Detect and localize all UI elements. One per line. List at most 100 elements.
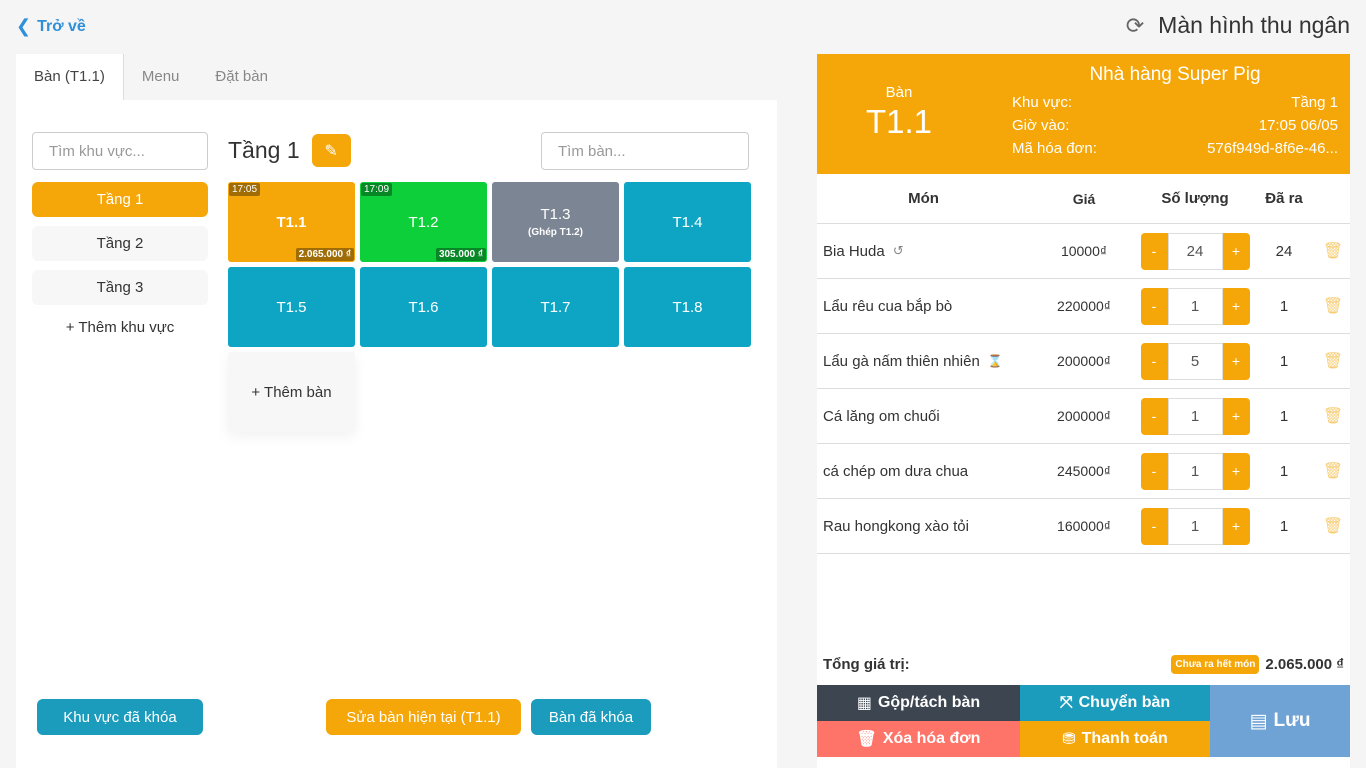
item-name-cell: Lẩu rêu cua bắp bò (817, 298, 1030, 315)
quantity-input[interactable] (1167, 287, 1223, 325)
order-item-row: Cá lăng om chuối 200000₫ - + 1 🗑 (817, 389, 1350, 444)
save-label: Lưu (1273, 710, 1311, 731)
checkin-value: 17:05 06/05 (1258, 117, 1338, 134)
move-table-button[interactable]: ⤧ Chuyển bàn (1020, 685, 1210, 721)
increase-button[interactable]: + (1222, 287, 1250, 325)
table-code: T1.1 (865, 103, 933, 140)
invoice-row: Mã hóa đơn: 576f949d-8f6e-46... (1012, 140, 1338, 157)
trash-icon[interactable]: 🗑 (1316, 516, 1350, 536)
floor-title: Tầng 1 (228, 137, 300, 163)
decrease-button[interactable]: - (1140, 507, 1168, 545)
undo-icon[interactable]: ↺ (893, 243, 904, 259)
table-amount: 305.000 ₫ (435, 248, 486, 261)
delete-invoice-button[interactable]: 🗑 Xóa hóa đơn (817, 721, 1020, 757)
item-name-cell: Lẩu gà nấm thiên nhiên ⌛ (817, 353, 1030, 370)
area-item-tang-2[interactable]: Tầng 2 (32, 226, 208, 261)
table-card-t1-4[interactable]: T1.4 (624, 182, 751, 262)
edit-floor-button[interactable]: ✎ (311, 134, 351, 167)
merge-split-button[interactable]: ▦ Gộp/tách bàn (817, 685, 1020, 721)
table-card-t1-7[interactable]: T1.7 (492, 267, 619, 347)
area-search-input[interactable] (32, 132, 208, 170)
delete-invoice-label: Xóa hóa đơn (882, 730, 981, 747)
current-table-info: Bàn T1.1 (817, 84, 981, 141)
expand-arrows-icon: ⤧ (1059, 694, 1073, 711)
move-table-label: Chuyển bàn (1078, 694, 1171, 711)
order-item-row: Lẩu rêu cua bắp bò 220000₫ - + 1 🗑 (817, 279, 1350, 334)
pay-button[interactable]: ⛃ Thanh toán (1020, 721, 1210, 757)
decrease-button[interactable]: - (1140, 452, 1168, 490)
trash-icon[interactable]: 🗑 (1316, 351, 1350, 371)
table-card-t1-8[interactable]: T1.8 (624, 267, 751, 347)
decrease-button[interactable]: - (1140, 287, 1168, 325)
area-label: Khu vực: (1012, 94, 1073, 111)
screen-title: ⟳ Màn hình thu ngân (1126, 12, 1350, 39)
table-card-t1-3[interactable]: T1.3 (Ghép T1.2) (492, 182, 619, 262)
order-item-row: Rau hongkong xào tỏi 160000₫ - + 1 🗑 (817, 499, 1350, 554)
quantity-input[interactable] (1167, 452, 1223, 490)
invoice-value: 576f949d-8f6e-46... (1207, 140, 1338, 157)
increase-button[interactable]: + (1222, 507, 1250, 545)
increase-button[interactable]: + (1222, 342, 1250, 380)
quantity-input[interactable] (1167, 507, 1223, 545)
invoice-info: Nhà hàng Super Pig Khu vực: Tầng 1 Giờ v… (1012, 64, 1338, 163)
column-header-price: Giá (1072, 190, 1096, 207)
item-price: 245000₫ (1057, 463, 1111, 479)
tab-menu[interactable]: Menu (124, 54, 198, 100)
hourglass-icon: ⌛ (987, 354, 1003, 368)
table-panel: Bàn (T1.1) Menu Đặt bàn Tầng 1 Tầng 2 Tầ… (16, 54, 777, 768)
increase-button[interactable]: + (1222, 452, 1250, 490)
trash-icon[interactable]: 🗑 (1316, 296, 1350, 316)
item-name: Lẩu gà nấm thiên nhiên (823, 352, 980, 370)
decrease-button[interactable]: - (1140, 397, 1168, 435)
item-price: 220000₫ (1057, 298, 1111, 314)
table-card-t1-1[interactable]: 17:05 T1.1 2.065.000 ₫ (228, 182, 355, 262)
table-name: T1.3 (540, 206, 571, 223)
total-label: Tổng giá trị: (823, 655, 910, 673)
trash-icon[interactable]: 🗑 (1316, 241, 1350, 261)
decrease-button[interactable]: - (1140, 342, 1168, 380)
item-name-cell: Bia Huda ↺ (817, 243, 1030, 260)
table-card-t1-5[interactable]: T1.5 (228, 267, 355, 347)
decrease-button[interactable]: - (1140, 232, 1168, 270)
table-card-t1-6[interactable]: T1.6 (360, 267, 487, 347)
item-served: 1 (1279, 297, 1289, 315)
area-row: Khu vực: Tầng 1 (1012, 94, 1338, 111)
tab-reservation[interactable]: Đặt bàn (197, 54, 286, 100)
locked-areas-button[interactable]: Khu vực đã khóa (37, 699, 203, 735)
quantity-input[interactable] (1167, 397, 1223, 435)
column-header-name: Món (908, 190, 939, 207)
area-item-tang-1[interactable]: Tầng 1 (32, 182, 208, 217)
trash-icon[interactable]: 🗑 (1316, 406, 1350, 426)
order-table-header: Món Giá Số lượng Đã ra (817, 174, 1350, 224)
increase-button[interactable]: + (1222, 397, 1250, 435)
item-served: 1 (1279, 352, 1289, 370)
table-name: T1.2 (408, 213, 439, 231)
increase-button[interactable]: + (1222, 232, 1250, 270)
area-list: Tầng 1 Tầng 2 Tầng 3 + Thêm khu vực (32, 182, 208, 336)
trash-icon[interactable]: 🗑 (1316, 461, 1350, 481)
table-name: T1.4 (672, 213, 703, 231)
quantity-input[interactable] (1167, 232, 1223, 270)
add-table-button[interactable]: + Thêm bàn (228, 352, 355, 432)
save-button[interactable]: ▤ Lưu (1210, 685, 1350, 757)
item-name-cell: cá chép om dưa chua (817, 463, 1030, 480)
item-served: 1 (1279, 407, 1289, 425)
edit-current-table-button[interactable]: Sửa bàn hiện tại (T1.1) (326, 699, 521, 735)
quantity-input[interactable] (1167, 342, 1223, 380)
area-item-tang-3[interactable]: Tầng 3 (32, 270, 208, 305)
quantity-stepper: - + (1138, 452, 1252, 490)
back-link[interactable]: ❮ Trở về (16, 16, 86, 37)
column-header-served: Đã ra (1265, 190, 1303, 207)
area-value: Tầng 1 (1291, 94, 1338, 111)
quantity-stepper: - + (1138, 342, 1252, 380)
tab-tables[interactable]: Bàn (T1.1) (16, 54, 124, 100)
refresh-icon[interactable]: ⟳ (1126, 13, 1144, 39)
table-search-input[interactable] (541, 132, 749, 170)
item-name: Bia Huda (823, 242, 885, 260)
locked-tables-button[interactable]: Bàn đã khóa (531, 699, 651, 735)
quantity-stepper: - + (1138, 232, 1252, 270)
add-area-button[interactable]: + Thêm khu vực (32, 319, 208, 336)
table-time: 17:09 (361, 183, 393, 196)
quantity-stepper: - + (1138, 507, 1252, 545)
table-card-t1-2[interactable]: 17:09 T1.2 305.000 ₫ (360, 182, 487, 262)
